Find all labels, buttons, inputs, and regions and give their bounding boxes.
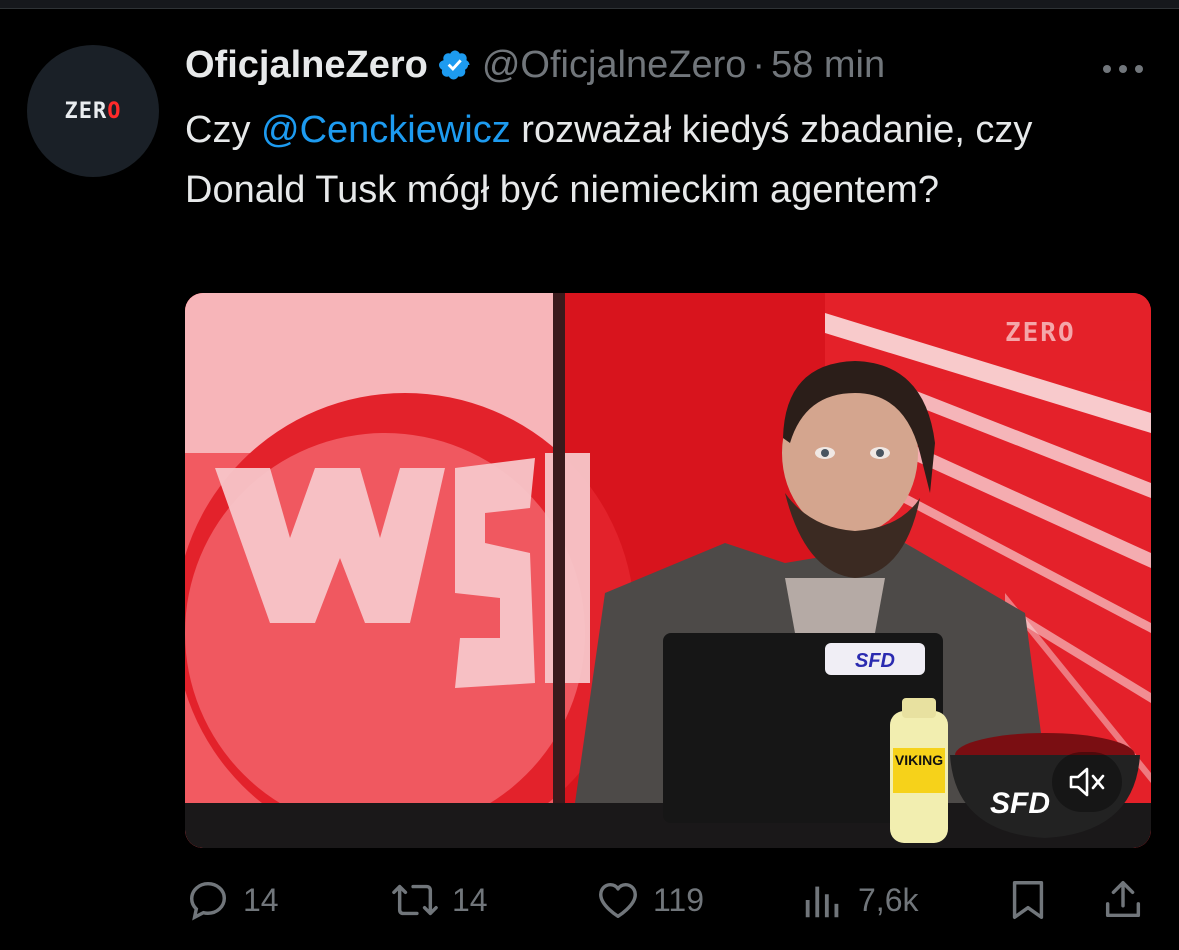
handle[interactable]: @OficjalneZero (482, 44, 747, 87)
separator: · (752, 43, 766, 86)
bottle: VIKING (890, 698, 948, 843)
retweet-icon (392, 884, 438, 916)
bookmark-button[interactable] (1005, 870, 1063, 930)
retweet-count: 14 (452, 881, 488, 918)
like-button[interactable]: 119 (595, 870, 704, 930)
views-count: 7,6k (858, 881, 919, 918)
like-count: 119 (653, 881, 705, 918)
verified-badge-icon (438, 48, 472, 82)
video-frame: ZERO SFD VIKING SFD (185, 293, 1151, 848)
retweet-button[interactable]: 14 (390, 870, 488, 930)
display-name[interactable]: OficjalneZero (185, 44, 428, 87)
mute-icon[interactable] (1052, 752, 1122, 812)
tweet-header: OficjalneZero @OficjalneZero · 58 min (185, 40, 1145, 90)
views-icon (805, 886, 839, 918)
reply-count: 14 (243, 881, 279, 918)
timestamp[interactable]: 58 min (771, 44, 885, 87)
top-divider (0, 0, 1179, 9)
avatar[interactable]: ZERO (27, 45, 159, 177)
mention-link[interactable]: @Cenckiewicz (261, 109, 511, 151)
share-button[interactable] (1100, 870, 1158, 930)
video-watermark: ZERO (1005, 318, 1076, 348)
action-bar: 14 14 119 7,6k (185, 870, 1145, 930)
bookmark-icon (1012, 881, 1044, 919)
more-icon[interactable] (1101, 50, 1145, 84)
tweet-text-start: Czy (185, 109, 261, 151)
views-button[interactable]: 7,6k (800, 870, 918, 930)
reply-icon (189, 881, 227, 921)
bowl-logo: SFD (990, 787, 1050, 820)
video-player[interactable]: ZERO SFD VIKING SFD (185, 293, 1151, 848)
tweet-text: Czy @Cenckiewicz rozważał kiedyś zbadani… (185, 100, 1125, 220)
share-icon (1105, 881, 1141, 918)
bottle-label: VIKING (895, 752, 943, 768)
laptop-sticker: SFD (855, 650, 895, 672)
avatar-logo: ZERO (64, 98, 122, 124)
reply-button[interactable]: 14 (185, 870, 279, 930)
like-icon (599, 882, 637, 919)
